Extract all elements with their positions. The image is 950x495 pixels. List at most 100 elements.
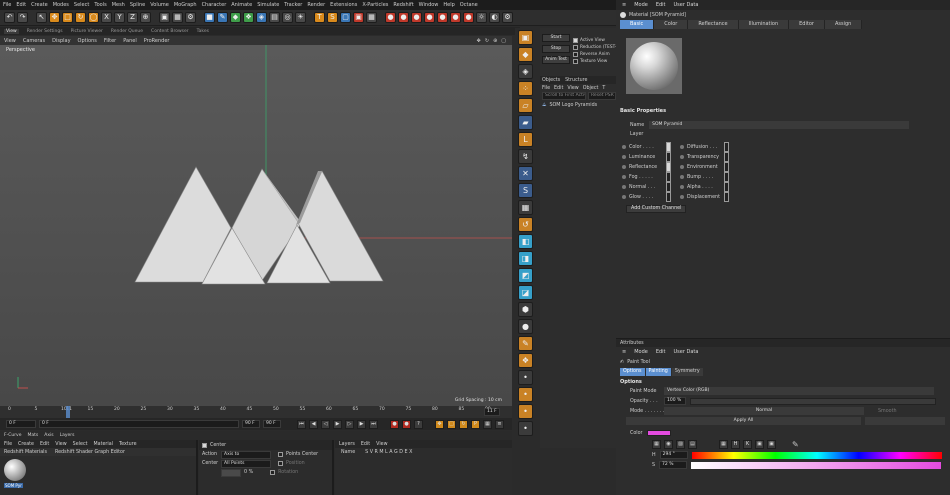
mid-menu-file[interactable]: File (542, 86, 550, 91)
play-icon[interactable]: ▶ (333, 419, 342, 429)
sphere-icon[interactable]: ● (518, 319, 533, 334)
channel-checkbox[interactable] (666, 172, 671, 182)
menu-mesh[interactable]: Mesh (112, 2, 125, 8)
text-s-icon[interactable]: S (327, 12, 338, 23)
viewport-menu-options[interactable]: Options (78, 38, 97, 44)
hue-slider[interactable] (691, 451, 942, 459)
settings-gear-icon[interactable]: ⚙ (502, 12, 513, 23)
opacity-field[interactable]: 100 % (664, 397, 686, 405)
material-name-field[interactable]: SOM Pyramid (649, 121, 910, 129)
viewport[interactable]: Perspective Grid Spacing : 10 cm (0, 45, 512, 406)
polygons-mode-icon[interactable]: ▰ (518, 115, 533, 130)
menu-user-data[interactable]: User Data (674, 2, 699, 8)
bottom-tab-axis[interactable]: Axis (44, 433, 53, 438)
end-frame-field-2[interactable]: 90 F (263, 420, 281, 428)
channel-checkbox[interactable] (724, 182, 729, 192)
key-param-icon[interactable]: P (471, 419, 480, 429)
menu-edit-2[interactable]: Edit (656, 349, 666, 355)
mesh-mode-icon[interactable]: ◆ (518, 47, 533, 62)
mid-tab-structure[interactable]: Structure (565, 78, 587, 83)
menu-file[interactable]: File (3, 2, 11, 8)
timeline-ruler[interactable]: 05101115202530354045505560657075808590 1… (0, 406, 512, 418)
mode-dropdown[interactable]: Normal (664, 407, 864, 415)
record-icon[interactable]: ● (390, 419, 399, 429)
knife-icon[interactable]: ◧ (518, 234, 533, 249)
world-coord-icon[interactable]: ⊕ (140, 12, 151, 23)
mid-menu-object[interactable]: Object (583, 86, 599, 91)
dot-2-icon[interactable]: • (518, 387, 533, 402)
render-view-icon[interactable]: ▣ (159, 12, 170, 23)
channel-radio[interactable] (622, 145, 626, 149)
mat-menu-select[interactable]: Select (73, 442, 88, 447)
bevel-icon[interactable]: ◪ (518, 285, 533, 300)
redshift-light-6-icon[interactable]: ● (450, 12, 461, 23)
hair-icon[interactable]: ❖ (518, 353, 533, 368)
key-scale-icon[interactable]: □ (447, 419, 456, 429)
channel-checkbox[interactable] (666, 192, 671, 202)
apply-all-button[interactable]: Apply All (626, 417, 861, 425)
channel-radio[interactable] (680, 185, 684, 189)
menu-edit[interactable]: Edit (656, 2, 666, 8)
layers-menu-edit[interactable]: Edit (361, 442, 370, 447)
tab-content-browser[interactable]: Content Browser (151, 29, 189, 34)
brush-icon[interactable]: ⬢ (518, 302, 533, 317)
paint-icon[interactable]: ✎ (518, 336, 533, 351)
viewport-move-icon[interactable]: ✥ (477, 38, 481, 44)
sky-icon[interactable]: ◐ (489, 12, 500, 23)
axis-mode-icon[interactable]: L (518, 132, 533, 147)
menu-window[interactable]: Window (419, 2, 439, 8)
channel-radio[interactable] (622, 165, 626, 169)
light-icon[interactable]: ☀ (295, 12, 306, 23)
material-swatch-label[interactable]: SOM Pyr (4, 483, 23, 488)
y-axis-icon[interactable]: Y (114, 12, 125, 23)
next-frame-icon[interactable]: ▷ (345, 419, 354, 429)
mat-menu-file[interactable]: File (4, 442, 12, 447)
viewport-menu-cameras[interactable]: Cameras (23, 38, 45, 44)
mat-menu-texture[interactable]: Texture (119, 442, 137, 447)
hue-field[interactable]: 294 ° (659, 451, 688, 459)
bottom-tab-layers[interactable]: Layers (60, 433, 75, 438)
viewport-zoom-icon[interactable]: ⊕ (493, 38, 497, 44)
redo-icon[interactable]: ↷ (17, 12, 28, 23)
move-tool-icon[interactable]: ✥ (49, 12, 60, 23)
saturation-slider[interactable] (691, 461, 942, 469)
channel-checkbox[interactable] (724, 142, 729, 152)
menu-octane[interactable]: Octane (460, 2, 478, 8)
redshift-light-5-icon[interactable]: ● (437, 12, 448, 23)
color-mixer-icon[interactable]: ▤ (688, 439, 697, 449)
channel-radio[interactable] (680, 165, 684, 169)
color-spectrum-icon[interactable]: ◉ (664, 439, 673, 449)
menu-tools[interactable]: Tools (94, 2, 106, 8)
mat-tab-0[interactable]: Redshift Materials (4, 450, 47, 455)
layers-menu-layers[interactable]: Layers (339, 442, 355, 447)
current-frame-input[interactable]: 0 F (39, 420, 239, 428)
undo-icon[interactable]: ↶ (4, 12, 15, 23)
mid-menu-edit[interactable]: Edit (554, 86, 563, 91)
channel-checkbox[interactable] (666, 142, 671, 152)
subdivision-icon[interactable]: ◆ (230, 12, 241, 23)
stop-button[interactable]: Stop (542, 45, 570, 53)
anim-test-button[interactable]: Anim Test (542, 56, 570, 64)
end-frame-field[interactable]: 90 F (242, 420, 260, 428)
swatch-icon[interactable]: ▣ (755, 439, 764, 449)
menu-render[interactable]: Render (307, 2, 325, 8)
mid-checkbox[interactable] (573, 59, 578, 64)
mid-checkbox[interactable] (573, 45, 578, 50)
channel-checkbox[interactable] (666, 152, 671, 162)
redshift-light-2-icon[interactable]: ● (398, 12, 409, 23)
viewport-menu-prorender[interactable]: ProRender (144, 38, 170, 44)
hamburger-icon-2[interactable]: ≡ (622, 349, 626, 355)
channel-radio[interactable] (680, 155, 684, 159)
redshift-cube-icon[interactable]: ▣ (353, 12, 364, 23)
viewport-menu-filter[interactable]: Filter (104, 38, 116, 44)
bridge-icon[interactable]: ◨ (518, 251, 533, 266)
points-mode-icon[interactable]: ⁘ (518, 81, 533, 96)
autokey-icon[interactable]: ● (402, 419, 411, 429)
bottom-tab-f-curve[interactable]: F-Curve (4, 433, 22, 438)
dot-3-icon[interactable]: • (518, 404, 533, 419)
paint-tab-symmetry[interactable]: Symmetry (671, 367, 703, 376)
scale-tool-icon[interactable]: □ (62, 12, 73, 23)
current-frame-field[interactable]: 11 F (484, 408, 500, 416)
rotate-tool-icon[interactable]: ↻ (75, 12, 86, 23)
mat-tab-1[interactable]: Redshift Shader Graph Editor (55, 450, 125, 455)
